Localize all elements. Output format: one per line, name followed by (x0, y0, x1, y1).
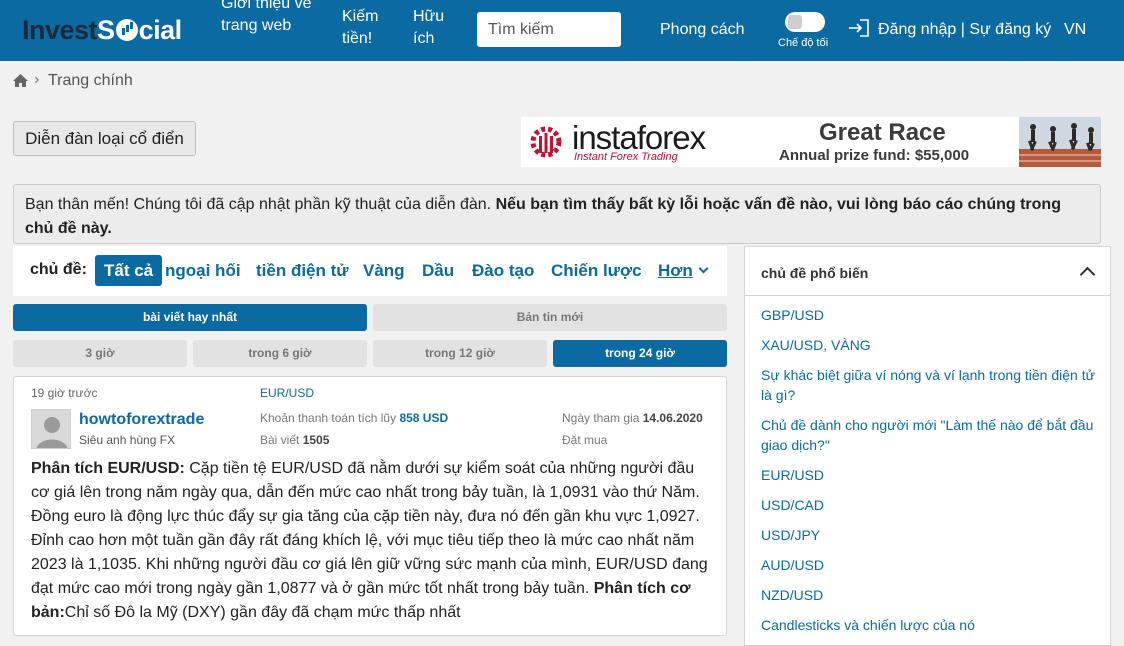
breadcrumb-home[interactable]: Trang chính (48, 72, 133, 90)
post-time: 19 giờ trước (31, 386, 98, 400)
logo-cial: cial (138, 15, 183, 45)
topic-crypto[interactable]: tiền điện tử (256, 261, 349, 281)
post-username[interactable]: howtoforextrade (79, 411, 204, 429)
posts-value: 1505 (302, 433, 330, 447)
popular-topic-link[interactable]: EUR/USD (761, 465, 1096, 485)
nav-style[interactable]: Phong cách (660, 19, 745, 41)
nav-earn[interactable]: Kiếm tiền! (342, 6, 392, 50)
chevron-up-icon[interactable] (1079, 266, 1096, 283)
topic-education[interactable]: Đào tạo (472, 261, 534, 281)
join-date: Ngày tham gia 14.06.2020 (562, 411, 703, 425)
popular-topic-link[interactable]: AUD/USD (761, 555, 1096, 575)
topic-all[interactable]: Tất cả (95, 255, 163, 286)
filter-24h[interactable]: trong 24 giờ (553, 340, 727, 367)
popular-topic-link[interactable]: Candlesticks và chiến lược của nó (761, 615, 1096, 635)
topic-oil[interactable]: Dầu (422, 261, 454, 281)
popular-topic-link[interactable]: XAU/USD, VÀNG (761, 335, 1096, 355)
top-header: InvestS cial Giới thiệu về trang web Kiếm… (0, 0, 1124, 61)
popular-topic-link[interactable]: Chủ đề dành cho người mới "Làm thế nào đ… (761, 415, 1096, 455)
payments-label: Khoản thanh toán tích lũy (260, 411, 397, 425)
popular-topic-link[interactable]: Sự khác biệt giữa ví nóng và ví lạnh tro… (761, 365, 1096, 405)
logo-s: S (97, 15, 115, 45)
topic-strategy[interactable]: Chiến lược (551, 261, 642, 281)
logo-chart-icon (115, 19, 138, 41)
dark-mode-label: Chế độ tối (778, 37, 829, 49)
popular-topics-panel: chủ đề phổ biến GBP/USD XAU/USD, VÀNG Sự… (744, 246, 1111, 646)
classic-forum-button[interactable]: Diễn đàn loại cổ điển (13, 121, 196, 156)
chevron-down-icon (698, 263, 709, 274)
topic-more-label: Hơn (658, 261, 693, 280)
notice-text: Bạn thân mến! Chúng tôi đã cập nhật phần… (25, 196, 496, 213)
popular-topic-link[interactable]: GBP/USD (761, 305, 1096, 325)
post-body: Phân tích EUR/USD: Cặp tiền tệ EUR/USD đ… (31, 457, 716, 625)
user-rank: Siêu anh hùng FX (79, 433, 176, 447)
banner-title: Great Race (819, 119, 946, 146)
login-register-link[interactable]: Đăng nhập | Sự đăng ký (878, 19, 1051, 41)
sort-best-posts[interactable]: bài viết hay nhất (13, 304, 367, 331)
breadcrumb-separator: › (34, 71, 40, 88)
topic-gold[interactable]: Vàng (363, 261, 405, 281)
popular-topic-link[interactable]: USD/CAD (761, 495, 1096, 515)
topics-label: chủ đề: (30, 261, 87, 278)
prize-value: $55,000 (914, 147, 970, 164)
topic-forex[interactable]: ngoại hối (165, 261, 241, 281)
joined-label: Ngày tham gia (562, 411, 640, 425)
home-icon[interactable] (12, 73, 29, 88)
topic-tabs: chủ đề: Tất cả ngoại hối tiền điện tử Và… (13, 246, 727, 296)
prize-label: Annual prize fund: (779, 147, 911, 164)
user-silhouette-icon (36, 417, 68, 448)
language-selector[interactable]: VN (1064, 19, 1086, 41)
post-text-1: Cặp tiền tệ EUR/USD đã nằm dưới sự kiểm … (31, 460, 708, 597)
nav-useful[interactable]: Hữu ích (413, 6, 463, 50)
logo-invest: Invest (22, 15, 98, 45)
site-logo[interactable]: InvestS cial (22, 15, 182, 46)
update-notice: Bạn thân mến! Chúng tôi đã cập nhật phần… (13, 184, 1101, 244)
popular-topics-title: chủ đề phổ biến (761, 265, 869, 281)
topic-more[interactable]: Hơn (658, 261, 709, 281)
post-text-2: Chỉ số Đô la Mỹ (DXY) gần đây đã chạm mứ… (64, 604, 461, 621)
payments-value: 858 USD (399, 411, 449, 425)
banner-tagline: Instant Forex Trading (574, 151, 678, 163)
filter-3h[interactable]: 3 giờ (13, 340, 187, 367)
posts-label: Bài viết (260, 433, 300, 447)
runners-image (1019, 117, 1101, 167)
subscribe-link[interactable]: Đặt mua (562, 433, 607, 447)
post-pair-tag[interactable]: EUR/USD (260, 386, 314, 400)
filter-12h[interactable]: trong 12 giờ (373, 340, 547, 367)
post-card: 19 giờ trước EUR/USD howtoforextrade Siê… (13, 376, 727, 636)
sort-news[interactable]: Bản tin mới (373, 304, 727, 331)
popular-topics-header[interactable]: chủ đề phổ biến (745, 247, 1110, 296)
accumulated-payments: Khoản thanh toán tích lũy 858 USD (260, 411, 448, 425)
login-icon[interactable] (848, 18, 870, 38)
post-heading-analysis: Phân tích EUR/USD: (31, 460, 185, 477)
post-count: Bài viết 1505 (260, 433, 329, 447)
popular-topic-link[interactable]: NZD/USD (761, 585, 1096, 605)
nav-about[interactable]: Giới thiệu về trang web (221, 0, 316, 37)
dark-mode-toggle[interactable] (785, 12, 825, 32)
search-input[interactable] (477, 12, 621, 47)
banner-prize: Annual prize fund: $55,000 (779, 147, 969, 164)
filter-6h[interactable]: trong 6 giờ (193, 340, 367, 367)
popular-topic-link[interactable]: USD/JPY (761, 525, 1096, 545)
instaforex-logo-icon (530, 126, 562, 158)
avatar[interactable] (31, 409, 71, 449)
instaforex-banner[interactable]: instaforex Instant Forex Trading Great R… (521, 117, 1101, 167)
toggle-knob (788, 15, 802, 29)
joined-value: 14.06.2020 (642, 411, 703, 425)
